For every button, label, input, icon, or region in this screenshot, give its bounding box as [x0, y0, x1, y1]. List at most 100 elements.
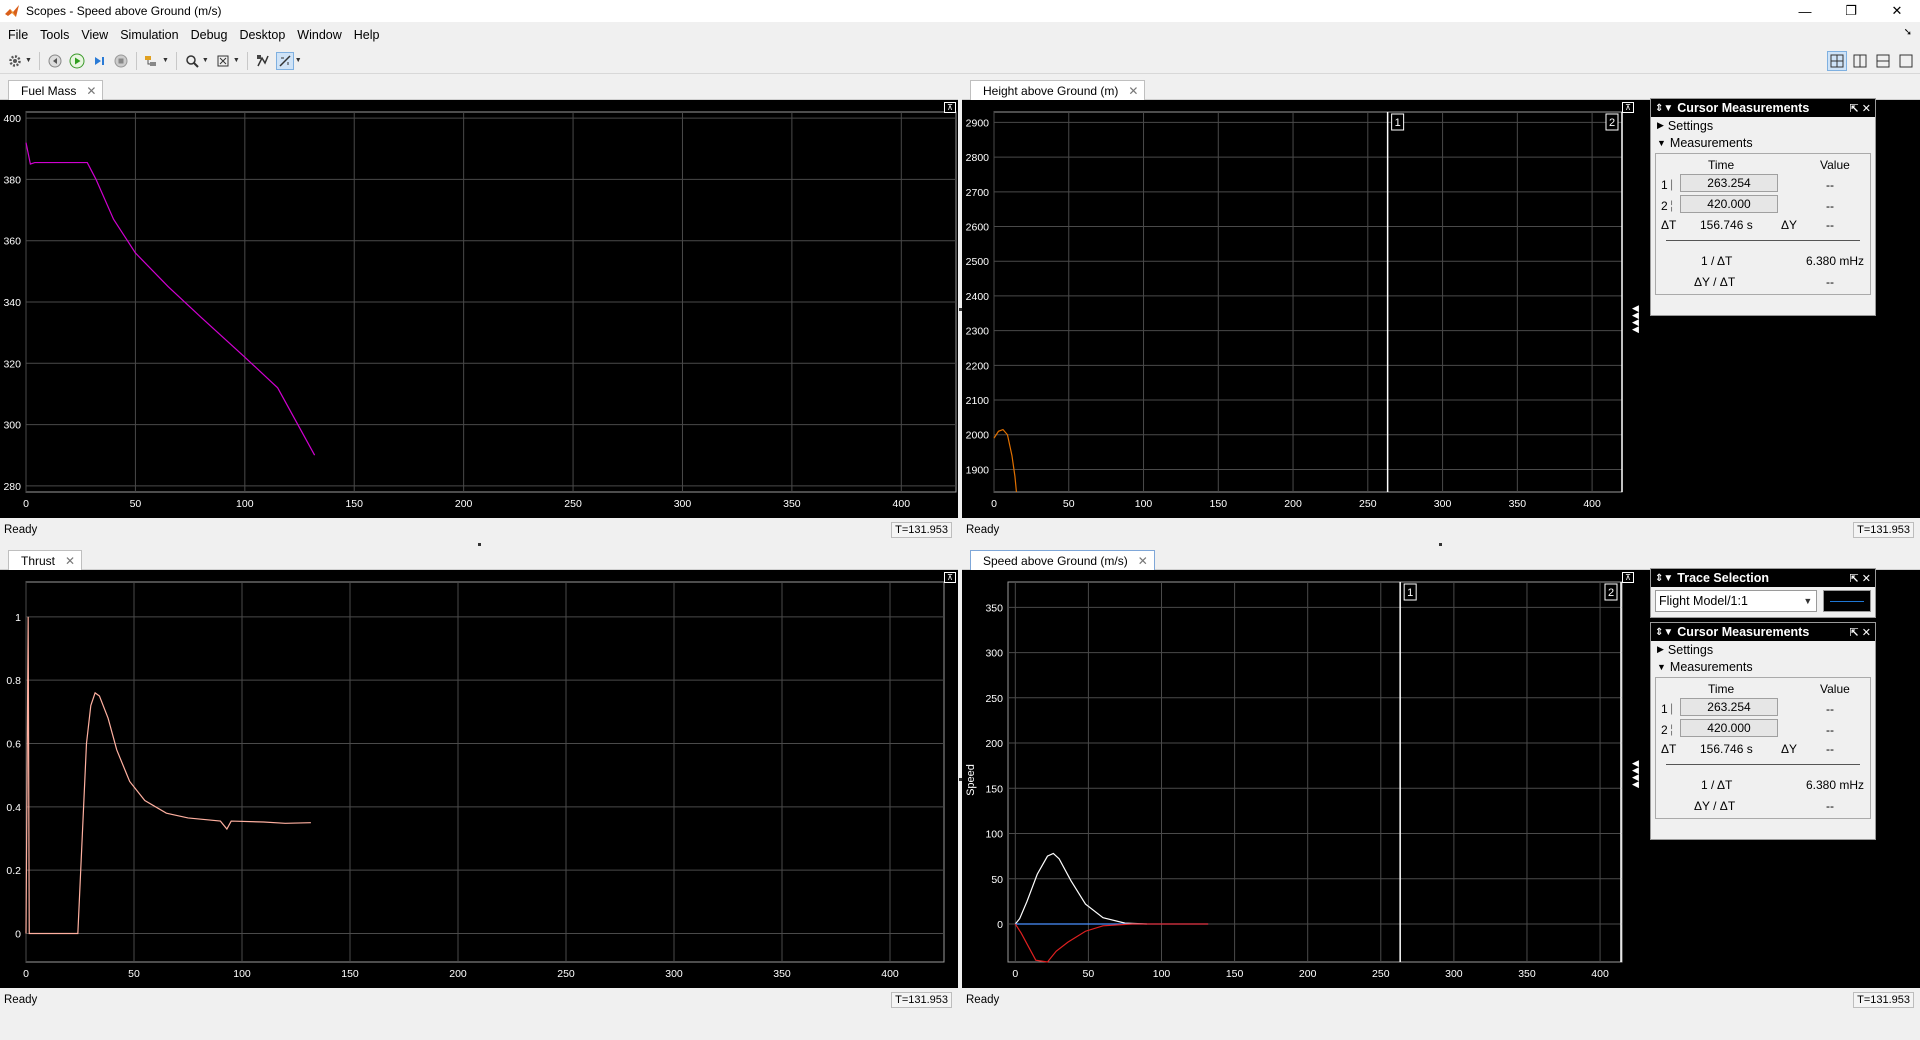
plot-area[interactable]: 0 50 100 150 200 250 300 350 400 400 380 360 340 320 3… — [0, 100, 958, 518]
chevron-down-icon[interactable]: ▼ — [202, 57, 209, 64]
step-back-icon[interactable] — [46, 52, 64, 70]
status-bar: Ready T=131.953 — [0, 990, 958, 1010]
settings-section[interactable]: ▶ Settings — [1651, 117, 1875, 134]
single-icon[interactable] — [1896, 51, 1916, 71]
y-tick-label: 0.2 — [6, 865, 21, 877]
y-tick-label: 350 — [985, 602, 1003, 614]
pin-icon[interactable]: ⇕▼ — [1655, 627, 1673, 638]
delta-y-label: ΔY — [1781, 742, 1798, 756]
cursor2-time-field[interactable]: 420.000 — [1680, 195, 1778, 213]
plot-area[interactable]: 0 50 100 150 200 250 300 350 400 1 0.8 0.6 0.4 0.2 0 ⊼ — [0, 570, 958, 988]
restore-axes-icon[interactable]: ⊼ — [944, 572, 956, 583]
measurements-section[interactable]: ▼ Measurements — [1651, 134, 1875, 151]
cursor1-line-icon: | — [1670, 177, 1674, 191]
y-tick-label: 320 — [3, 358, 21, 370]
zoom-icon[interactable] — [183, 52, 201, 70]
menu-help[interactable]: Help — [348, 24, 386, 46]
inv-delta-t-label: 1 / ΔT — [1701, 254, 1733, 268]
menu-tools[interactable]: Tools — [34, 24, 75, 46]
x-tick-label: 200 — [1284, 498, 1302, 510]
panel-title: Cursor Measurements — [1677, 101, 1810, 115]
autoscale-icon[interactable] — [214, 52, 232, 70]
tab-label: Speed above Ground (m/s) — [983, 553, 1128, 568]
speed-scope: Speed above Ground (m/s) ✕ 0 50 100 150 200 2… — [962, 546, 1920, 1012]
cursor2-time-field[interactable]: 420.000 — [1680, 719, 1778, 737]
y-tick-label: 300 — [3, 420, 21, 432]
y-tick-label: 200 — [985, 738, 1003, 750]
tab-label: Thrust — [21, 553, 56, 568]
tab-height[interactable]: Height above Ground (m) ✕ — [970, 80, 1146, 100]
close-icon[interactable]: ✕ — [1128, 84, 1138, 98]
menu-file[interactable]: File — [2, 24, 34, 46]
chevron-down-icon[interactable]: ▼ — [295, 57, 302, 64]
cursor1-time-field[interactable]: 263.254 — [1680, 174, 1778, 192]
tab-thrust[interactable]: Thrust ✕ — [8, 550, 83, 570]
tile-2x2-icon[interactable] — [1827, 51, 1847, 71]
pin-icon[interactable]: ⇕▼ — [1655, 573, 1673, 584]
chevron-down-icon[interactable]: ▼ — [233, 57, 240, 64]
restore-axes-icon[interactable]: ⊼ — [1622, 102, 1634, 113]
expand-panel-icon[interactable]: ◀ ◀ ◀ ◀ — [1632, 759, 1639, 789]
x-tick-label: 150 — [1210, 498, 1228, 510]
restore-axes-icon[interactable]: ⊼ — [944, 102, 956, 113]
run-icon[interactable] — [68, 52, 86, 70]
menu-desktop[interactable]: Desktop — [233, 24, 291, 46]
close-icon[interactable]: ✕ — [1138, 554, 1148, 568]
toolbar-separator — [135, 51, 137, 70]
write-data-icon[interactable] — [254, 52, 272, 70]
x-tick-label: 300 — [1434, 498, 1452, 510]
speed-red-trace — [1014, 923, 1209, 963]
y-tick-label: 0.8 — [6, 675, 21, 687]
menu-bar: File Tools View Simulation Debug Desktop… — [0, 24, 1920, 46]
trace-dropdown[interactable]: Flight Model/1:1 ▼ — [1655, 590, 1818, 612]
tile-horizontal-icon[interactable] — [1873, 51, 1893, 71]
menu-simulation[interactable]: Simulation — [114, 24, 184, 46]
splitter-handle[interactable] — [959, 778, 962, 781]
speed-white-trace — [1014, 852, 1147, 925]
dy-dt-label: ΔY / ΔT — [1694, 799, 1736, 813]
menu-window[interactable]: Window — [291, 24, 347, 46]
tab-speed[interactable]: Speed above Ground (m/s) ✕ — [970, 550, 1155, 570]
settings-section[interactable]: ▶ Settings — [1651, 641, 1875, 658]
cursor1-time-field[interactable]: 263.254 — [1680, 698, 1778, 716]
stop-icon[interactable] — [112, 52, 130, 70]
menu-debug[interactable]: Debug — [185, 24, 234, 46]
expand-panel-icon[interactable]: ◀ ◀ ◀ ◀ — [1632, 304, 1639, 334]
highlight-icon[interactable] — [143, 52, 161, 70]
collapse-arrow-icon: ▼ — [1657, 137, 1666, 148]
restore-axes-icon[interactable]: ⊼ — [1622, 572, 1634, 583]
restore-button[interactable]: ❐ — [1828, 0, 1874, 22]
cursor-measure-icon[interactable] — [275, 51, 294, 70]
measurements-section[interactable]: ▼ Measurements — [1651, 658, 1875, 675]
step-forward-icon[interactable] — [90, 52, 108, 70]
tab-fuel-mass[interactable]: Fuel Mass ✕ — [8, 80, 104, 100]
splitter-handle[interactable] — [959, 308, 962, 311]
undock-icon[interactable]: ➘ — [1904, 27, 1912, 38]
menu-view[interactable]: View — [75, 24, 114, 46]
thrust-plot[interactable]: 0 50 100 150 200 250 300 350 400 1 0.8 0.6 0.4 0.2 0 — [0, 570, 958, 988]
y-tick-label: 380 — [3, 174, 21, 186]
pin-icon[interactable]: ⇕▼ — [1655, 103, 1673, 114]
undock-close-icon[interactable]: ⇱ ✕ — [1850, 102, 1872, 115]
close-button[interactable]: ✕ — [1874, 0, 1920, 22]
y-axis-label: Speed — [965, 764, 977, 796]
tile-vertical-icon[interactable] — [1850, 51, 1870, 71]
splitter-handle[interactable] — [478, 543, 481, 546]
delta-y-value: -- — [1826, 218, 1834, 232]
fuel-mass-plot[interactable]: 0 50 100 150 200 250 300 350 400 400 380 360 340 320 3… — [0, 100, 958, 518]
close-icon[interactable]: ✕ — [86, 84, 96, 98]
y-tick-label: 2700 — [966, 187, 990, 199]
undock-close-icon[interactable]: ⇱ ✕ — [1850, 572, 1872, 585]
splitter-handle[interactable] — [1439, 543, 1442, 546]
x-tick-label: 400 — [893, 498, 911, 510]
close-icon[interactable]: ✕ — [65, 554, 75, 568]
gear-icon[interactable] — [6, 52, 24, 70]
x-tick-label: 0 — [23, 498, 29, 510]
cursor-tag-label: 2 — [1608, 587, 1614, 599]
chevron-down-icon[interactable]: ▼ — [162, 57, 169, 64]
chevron-down-icon[interactable]: ▼ — [25, 57, 32, 64]
status-ready: Ready — [4, 524, 38, 536]
x-tick-label: 50 — [1063, 498, 1075, 510]
undock-close-icon[interactable]: ⇱ ✕ — [1850, 626, 1872, 639]
minimize-button[interactable]: — — [1782, 0, 1828, 22]
